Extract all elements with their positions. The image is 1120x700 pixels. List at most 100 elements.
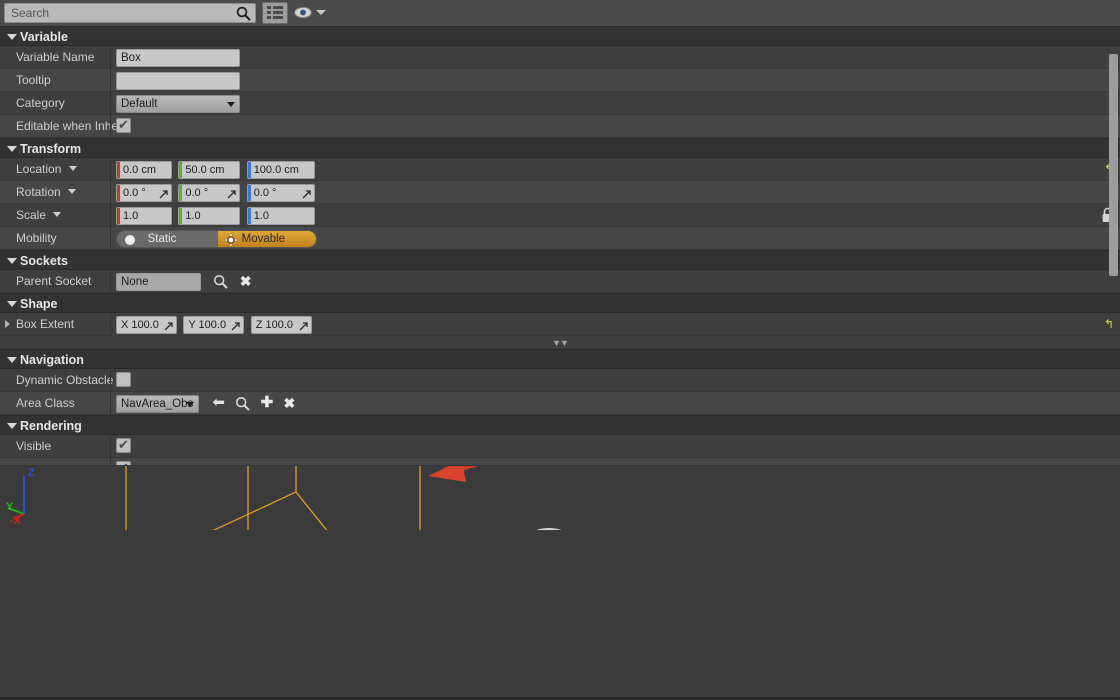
drag-handle-icon[interactable] xyxy=(231,320,240,337)
clear-socket-icon[interactable]: ✖ xyxy=(240,274,252,289)
column-divider xyxy=(110,227,111,249)
details-row-area-class: Area Class NavArea_Obs ⬅ ✚ ✖ xyxy=(0,392,1120,415)
details-section-sockets[interactable]: Sockets xyxy=(0,250,1120,270)
details-visibility-eye-icon[interactable] xyxy=(294,6,312,22)
rotation-z-input[interactable]: 0.0 ° xyxy=(246,184,315,205)
box-extent-z-input[interactable]: Z 100.0 xyxy=(250,316,312,337)
details-section-shape[interactable]: Shape xyxy=(0,293,1120,313)
tooltip-input[interactable] xyxy=(116,72,240,90)
details-search-input[interactable]: Search xyxy=(4,3,256,23)
variable-name-input[interactable]: Box xyxy=(116,49,240,67)
dynamic-obstacle-checkbox[interactable] xyxy=(116,372,131,387)
row-value: 0.0 ° 0.0 ° 0.0 ° xyxy=(116,184,1116,202)
location-x-value: 0.0 cm xyxy=(123,164,157,176)
mobility-toggle-group: Static Movable xyxy=(116,230,318,248)
chevron-down-icon[interactable] xyxy=(68,189,77,194)
row-label: Area Class xyxy=(16,396,75,410)
drag-handle-icon[interactable] xyxy=(164,320,173,337)
row-value: Default xyxy=(116,95,1116,113)
row-label: Variable Name xyxy=(16,50,95,64)
reset-to-default-icon[interactable]: ↰ xyxy=(1104,317,1114,331)
details-row-tooltip: Tooltip xyxy=(0,69,1120,92)
details-row-mobility: Mobility Static Movable xyxy=(0,227,1120,250)
hidden-in-game-checkbox[interactable] xyxy=(116,460,131,465)
category-combobox[interactable]: Default xyxy=(116,95,240,113)
expander-icon[interactable] xyxy=(5,320,10,328)
drag-handle-icon[interactable] xyxy=(227,188,236,205)
shape-expand-more-strip[interactable]: ▼▼ xyxy=(0,336,1120,349)
browse-socket-icon[interactable] xyxy=(213,274,229,292)
details-panel: Search Variable Variable Name Box Toolti… xyxy=(0,0,1120,700)
browse-asset-icon[interactable] xyxy=(235,396,250,414)
scale-z-input[interactable]: 1.0 xyxy=(246,207,315,225)
row-label-text: Location xyxy=(16,162,62,176)
box-extent-y-input[interactable]: Y 100.0 xyxy=(183,316,245,337)
row-label: Editable when Inhe xyxy=(16,119,119,133)
row-label: Scale xyxy=(16,208,116,222)
column-divider xyxy=(110,313,111,335)
parent-socket-input[interactable]: None xyxy=(116,273,201,291)
axis-z-color-bar xyxy=(247,162,251,178)
location-y-value: 50.0 cm xyxy=(185,164,225,176)
row-value xyxy=(116,460,1116,465)
section-title: Variable xyxy=(20,30,68,44)
scale-x-input[interactable]: 1.0 xyxy=(116,207,172,225)
mobility-movable-option[interactable]: Movable xyxy=(218,231,317,247)
row-value: 0.0 cm 50.0 cm 100.0 cm ↰ xyxy=(116,161,1116,179)
expander-icon xyxy=(7,146,17,152)
row-label: Location xyxy=(16,162,116,176)
details-section-variable[interactable]: Variable xyxy=(0,26,1120,46)
scale-y-value: 1.0 xyxy=(185,210,201,222)
box-extent-z-value: Z 100.0 xyxy=(255,319,293,331)
details-section-rendering[interactable]: Rendering xyxy=(0,415,1120,435)
chevron-down-icon[interactable] xyxy=(53,212,62,217)
location-x-input[interactable]: 0.0 cm xyxy=(116,161,172,179)
category-value: Default xyxy=(121,98,158,110)
column-divider xyxy=(110,181,111,203)
drag-handle-icon[interactable] xyxy=(302,188,311,205)
mobility-static-option[interactable]: Static xyxy=(117,231,215,247)
column-divider xyxy=(110,204,111,226)
row-value xyxy=(116,72,1116,90)
use-selected-asset-icon[interactable]: ⬅ xyxy=(212,395,225,411)
row-value: X 100.0 Y 100.0 Z 100.0 ↰ xyxy=(116,316,1116,334)
visible-checkbox[interactable] xyxy=(116,437,131,453)
details-section-navigation[interactable]: Navigation xyxy=(0,349,1120,369)
row-label: Visible xyxy=(16,439,52,453)
clear-asset-icon[interactable]: ✖ xyxy=(284,395,296,411)
chevron-down-icon[interactable] xyxy=(316,10,326,15)
row-value xyxy=(116,372,1116,390)
chevron-down-icon xyxy=(227,102,235,107)
editable-when-inherited-checkbox[interactable] xyxy=(116,117,131,133)
details-scrollbar-thumb[interactable] xyxy=(1109,54,1118,276)
axis-z-color-bar xyxy=(247,208,251,224)
chevron-down-icon[interactable] xyxy=(68,166,77,171)
rotation-x-input[interactable]: 0.0 ° xyxy=(116,184,172,202)
area-class-combobox[interactable]: NavArea_Obs xyxy=(116,395,199,413)
location-y-input[interactable]: 50.0 cm xyxy=(178,161,241,179)
axis-z-color-bar xyxy=(247,185,251,201)
column-divider xyxy=(110,46,111,68)
column-divider xyxy=(110,158,111,180)
details-search-placeholder: Search xyxy=(11,6,50,20)
rotation-y-input[interactable]: 0.0 ° xyxy=(178,184,241,205)
scale-y-input[interactable]: 1.0 xyxy=(178,207,241,225)
details-row-category: Category Default xyxy=(0,92,1120,115)
details-section-transform[interactable]: Transform xyxy=(0,138,1120,158)
new-asset-icon[interactable]: ✚ xyxy=(261,395,274,411)
rotation-y-value: 0.0 ° xyxy=(185,187,209,199)
box-extent-x-input[interactable]: X 100.0 xyxy=(116,316,177,334)
row-label-text: Rotation xyxy=(16,185,61,199)
drag-handle-icon[interactable] xyxy=(159,188,168,205)
details-grid-view-button[interactable] xyxy=(262,2,288,24)
details-scroll-area[interactable]: Variable Variable Name Box Tooltip Categ… xyxy=(0,26,1120,700)
location-z-input[interactable]: 100.0 cm xyxy=(246,161,315,179)
row-value: Box xyxy=(116,49,1116,67)
row-value xyxy=(116,437,1116,456)
expander-icon xyxy=(7,357,17,363)
drag-handle-icon[interactable] xyxy=(299,320,308,337)
expander-icon xyxy=(7,301,17,307)
column-divider xyxy=(110,92,111,114)
column-divider xyxy=(110,270,111,292)
column-divider xyxy=(110,115,111,137)
